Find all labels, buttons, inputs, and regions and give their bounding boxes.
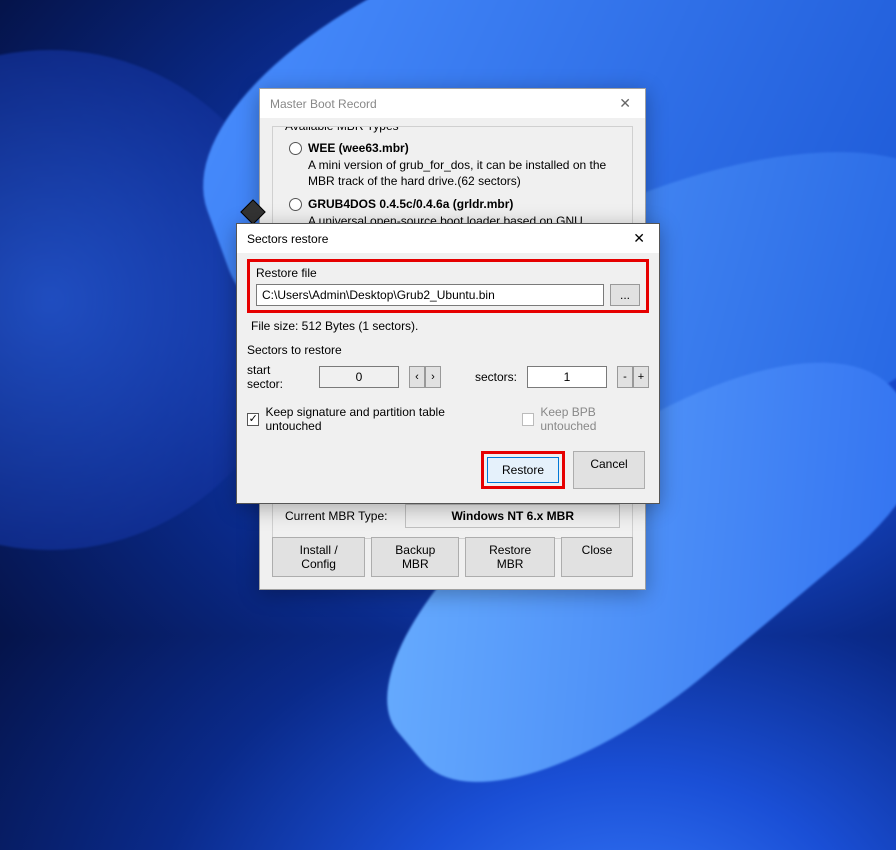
file-size-text: File size: 512 Bytes (1 sectors). bbox=[251, 319, 645, 333]
start-sector-left-button[interactable]: ‹ bbox=[409, 366, 425, 388]
sectors-restore-window: Sectors restore ✕ Restore file ... File … bbox=[236, 223, 660, 504]
browse-button[interactable]: ... bbox=[610, 284, 640, 306]
mbr-titlebar: Master Boot Record ✕ bbox=[260, 89, 645, 118]
radio-grub4dos-label: GRUB4DOS 0.4.5c/0.4.6a (grldr.mbr) bbox=[308, 197, 513, 211]
restore-file-input[interactable] bbox=[256, 284, 604, 306]
cancel-button[interactable]: Cancel bbox=[573, 451, 645, 489]
sectors-count-label: sectors: bbox=[475, 370, 517, 384]
keep-bpb-checkbox: Keep BPB untouched bbox=[522, 405, 649, 433]
sectors-titlebar: Sectors restore ✕ bbox=[237, 224, 659, 253]
restore-file-highlight: Restore file ... bbox=[247, 259, 649, 313]
restore-mbr-button[interactable]: Restore MBR bbox=[465, 537, 555, 577]
close-icon[interactable]: ✕ bbox=[615, 95, 635, 112]
backup-mbr-button[interactable]: Backup MBR bbox=[371, 537, 459, 577]
radio-icon bbox=[289, 198, 302, 211]
close-icon[interactable]: ✕ bbox=[629, 230, 649, 247]
sectors-to-restore-group: Sectors to restore start sector: ‹ › sec… bbox=[247, 343, 649, 433]
sectors-title: Sectors restore bbox=[247, 232, 328, 246]
checkbox-icon bbox=[522, 413, 534, 426]
radio-wee[interactable]: WEE (wee63.mbr) bbox=[289, 141, 622, 155]
radio-icon bbox=[289, 142, 302, 155]
sectors-minus-button[interactable]: - bbox=[617, 366, 633, 388]
restore-button-highlight: Restore bbox=[481, 451, 565, 489]
sectors-count-input[interactable] bbox=[527, 366, 607, 388]
group-title: Available MBR Types bbox=[281, 126, 403, 133]
radio-wee-label: WEE (wee63.mbr) bbox=[308, 141, 409, 155]
radio-wee-desc: A mini version of grub_for_dos, it can b… bbox=[308, 157, 622, 189]
current-mbr-label: Current MBR Type: bbox=[285, 509, 387, 523]
keep-signature-label: Keep signature and partition table untou… bbox=[265, 405, 492, 433]
restore-file-label: Restore file bbox=[256, 266, 640, 280]
start-sector-right-button[interactable]: › bbox=[425, 366, 441, 388]
checkbox-icon bbox=[247, 413, 259, 426]
keep-bpb-label: Keep BPB untouched bbox=[540, 405, 649, 433]
radio-grub4dos[interactable]: GRUB4DOS 0.4.5c/0.4.6a (grldr.mbr) bbox=[289, 197, 622, 211]
start-sector-label: start sector: bbox=[247, 363, 309, 391]
install-config-button[interactable]: Install / Config bbox=[272, 537, 365, 577]
sectors-to-restore-label: Sectors to restore bbox=[247, 343, 649, 357]
current-mbr-value: Windows NT 6.x MBR bbox=[405, 504, 620, 528]
restore-button[interactable]: Restore bbox=[487, 457, 559, 483]
mbr-title: Master Boot Record bbox=[270, 97, 377, 111]
sectors-plus-button[interactable]: + bbox=[633, 366, 649, 388]
keep-signature-checkbox[interactable]: Keep signature and partition table untou… bbox=[247, 405, 492, 433]
close-button[interactable]: Close bbox=[561, 537, 633, 577]
start-sector-input[interactable] bbox=[319, 366, 399, 388]
